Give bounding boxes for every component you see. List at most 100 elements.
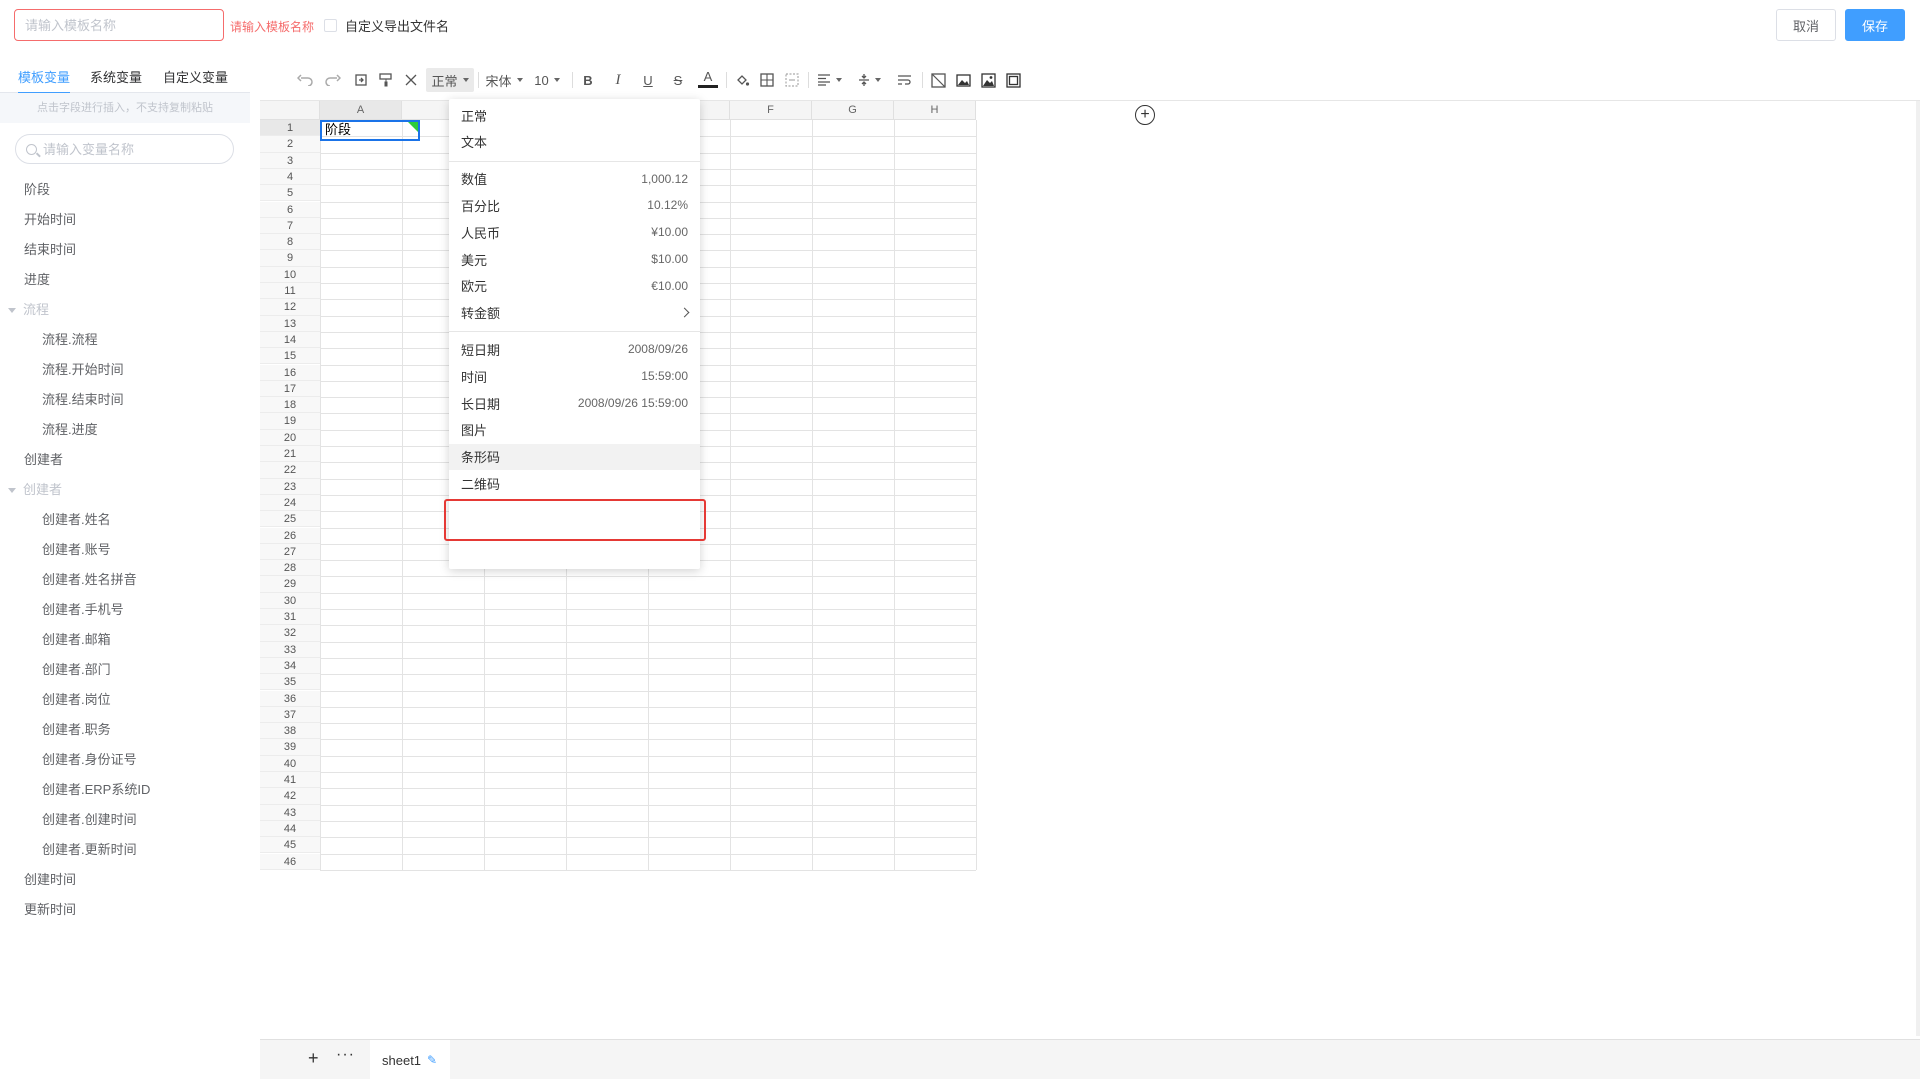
variable-group[interactable]: 流程 (0, 295, 250, 325)
variable-item[interactable]: 结束时间 (0, 235, 250, 265)
format-menu-item[interactable]: 正常 (449, 102, 700, 128)
variable-item[interactable]: 创建者.ERP系统ID (0, 775, 250, 805)
tab-template-variables[interactable]: 模板变量 (18, 67, 71, 94)
undo-icon[interactable] (295, 68, 315, 92)
format-menu-item[interactable]: 二维码 (449, 470, 700, 496)
caret-down-icon[interactable] (8, 487, 16, 493)
float-image-icon[interactable] (978, 68, 998, 92)
format-menu-item[interactable]: 图片 (449, 417, 700, 443)
row-header[interactable]: 1 (260, 120, 320, 137)
variable-item[interactable]: 创建者.手机号 (0, 595, 250, 625)
column-header[interactable]: A (320, 101, 402, 120)
row-header[interactable]: 14 (260, 331, 320, 349)
format-menu-item[interactable]: 转金额 (449, 300, 700, 326)
cell-image-icon[interactable] (953, 68, 973, 92)
variable-item[interactable]: 创建时间 (0, 865, 250, 895)
row-header[interactable]: 21 (260, 446, 320, 463)
custom-export-checkbox[interactable] (324, 19, 337, 32)
variable-item[interactable]: 创建者.姓名拼音 (0, 565, 250, 595)
refresh-icon[interactable] (351, 68, 371, 92)
row-header[interactable]: 9 (260, 250, 320, 267)
row-header[interactable]: 4 (260, 168, 320, 186)
row-header[interactable]: 22 (260, 462, 320, 479)
row-header[interactable]: 43 (260, 804, 320, 821)
format-painter-icon[interactable] (376, 68, 396, 92)
row-header[interactable]: 5 (260, 185, 320, 202)
row-header[interactable]: 2 (260, 136, 320, 153)
row-header[interactable]: 34 (260, 657, 320, 675)
variable-item[interactable]: 创建者.职务 (0, 715, 250, 745)
variable-item[interactable]: 创建者.身份证号 (0, 745, 250, 775)
row-header[interactable]: 40 (260, 755, 320, 772)
format-menu-item[interactable]: 条形码 (449, 443, 700, 470)
caret-down-icon[interactable] (8, 307, 16, 313)
vertical-scrollbar[interactable] (1916, 101, 1920, 1036)
row-header[interactable]: 23 (260, 478, 320, 495)
row-header[interactable]: 19 (260, 413, 320, 430)
variable-item[interactable]: 创建者.岗位 (0, 685, 250, 715)
template-name-input[interactable] (14, 9, 224, 41)
grid-corner[interactable] (260, 101, 320, 120)
diagonal-header-icon[interactable] (928, 68, 948, 92)
italic-icon[interactable]: I (608, 68, 628, 92)
add-column-icon[interactable]: + (1135, 105, 1155, 125)
print-area-icon[interactable] (1003, 68, 1023, 92)
row-header[interactable]: 44 (260, 820, 320, 838)
redo-icon[interactable] (323, 68, 343, 92)
row-header[interactable]: 12 (260, 299, 320, 316)
strikethrough-icon[interactable]: S (668, 68, 688, 92)
row-header[interactable]: 45 (260, 837, 320, 854)
row-header[interactable]: 20 (260, 429, 320, 446)
text-wrap-icon[interactable] (894, 68, 914, 92)
variable-item[interactable]: 开始时间 (0, 205, 250, 235)
row-header[interactable]: 28 (260, 560, 320, 577)
variable-item[interactable]: 创建者 (0, 445, 250, 475)
row-header[interactable]: 27 (260, 543, 320, 561)
format-menu-item[interactable]: 数值 1,000.12 (449, 166, 700, 192)
variable-item[interactable]: 流程.流程 (0, 325, 250, 355)
format-menu-item[interactable]: 欧元 €10.00 (449, 273, 700, 299)
row-header[interactable]: 42 (260, 788, 320, 805)
variable-search-input[interactable] (43, 141, 223, 157)
row-header[interactable]: 41 (260, 772, 320, 789)
variable-item[interactable]: 流程.开始时间 (0, 355, 250, 385)
row-header[interactable]: 10 (260, 266, 320, 283)
custom-export-filename-toggle[interactable]: 自定义导出文件名 (324, 16, 449, 35)
row-header[interactable]: 3 (260, 152, 320, 169)
column-header[interactable]: F (730, 101, 812, 120)
bold-icon[interactable]: B (578, 68, 598, 92)
row-header[interactable]: 38 (260, 723, 320, 740)
horizontal-align-dropdown[interactable] (814, 68, 844, 92)
variable-item[interactable]: 创建者.邮箱 (0, 625, 250, 655)
row-header[interactable]: 6 (260, 201, 320, 218)
fill-color-icon[interactable] (732, 68, 752, 92)
variable-item[interactable]: 进度 (0, 265, 250, 295)
variable-search[interactable] (15, 134, 234, 164)
edit-icon[interactable]: ✎ (427, 1053, 437, 1067)
font-family-dropdown[interactable]: 宋体 (482, 68, 526, 92)
row-header[interactable]: 37 (260, 706, 320, 724)
column-header[interactable]: G (812, 101, 894, 120)
row-header[interactable]: 16 (260, 364, 320, 381)
more-sheets-button[interactable]: ··· (336, 1046, 355, 1064)
merge-cells-icon[interactable] (782, 68, 802, 92)
format-menu-item[interactable]: 百分比 10.12% (449, 192, 700, 218)
row-header[interactable]: 13 (260, 315, 320, 332)
row-header[interactable]: 8 (260, 234, 320, 251)
cell-a1[interactable]: 阶段 (320, 120, 420, 141)
variable-item[interactable]: 创建者.姓名 (0, 505, 250, 535)
row-header[interactable]: 18 (260, 397, 320, 414)
row-header[interactable]: 7 (260, 217, 320, 235)
row-header[interactable]: 24 (260, 494, 320, 512)
row-header[interactable]: 29 (260, 576, 320, 593)
variable-item[interactable]: 更新时间 (0, 895, 250, 925)
underline-icon[interactable]: U (638, 68, 658, 92)
variable-item[interactable]: 创建者.部门 (0, 655, 250, 685)
format-menu-item[interactable]: 人民币 ¥10.00 (449, 219, 700, 245)
clear-format-icon[interactable] (401, 68, 421, 92)
format-menu-item[interactable]: 美元 $10.00 (449, 246, 700, 272)
tab-system-variables[interactable]: 系统变量 (90, 67, 142, 92)
variable-item[interactable]: 创建者.创建时间 (0, 805, 250, 835)
row-header[interactable]: 30 (260, 592, 320, 609)
row-header[interactable]: 31 (260, 609, 320, 626)
